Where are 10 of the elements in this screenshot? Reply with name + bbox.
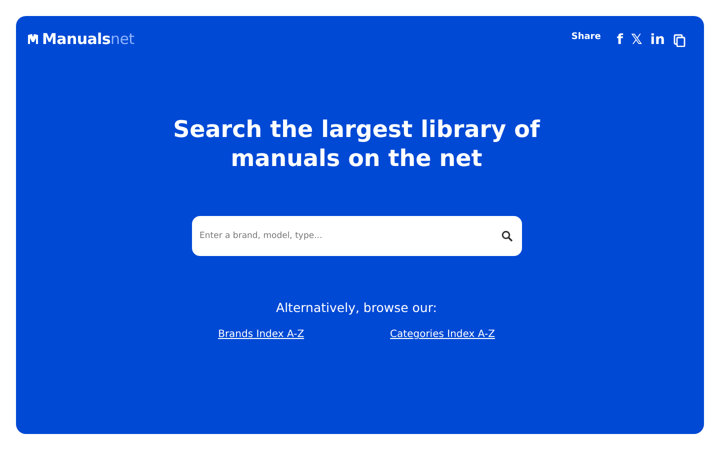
index-link[interactable]: Categories Index A-Z — [390, 329, 495, 340]
search-icon[interactable] — [500, 230, 512, 242]
browse-label: Alternatively, browse our: — [276, 300, 437, 315]
copy-icon[interactable] — [673, 34, 686, 46]
index-link[interactable]: Brands Index A-Z — [218, 329, 304, 340]
search-field[interactable]: Enter a brand, model, type... — [192, 216, 522, 256]
share-label: Share — [571, 32, 601, 42]
logo-icon — [27, 33, 39, 45]
page-heading: Search the largest library of manuals on the net — [173, 116, 540, 174]
logo-text[interactable]: Manualsnet — [42, 30, 134, 48]
